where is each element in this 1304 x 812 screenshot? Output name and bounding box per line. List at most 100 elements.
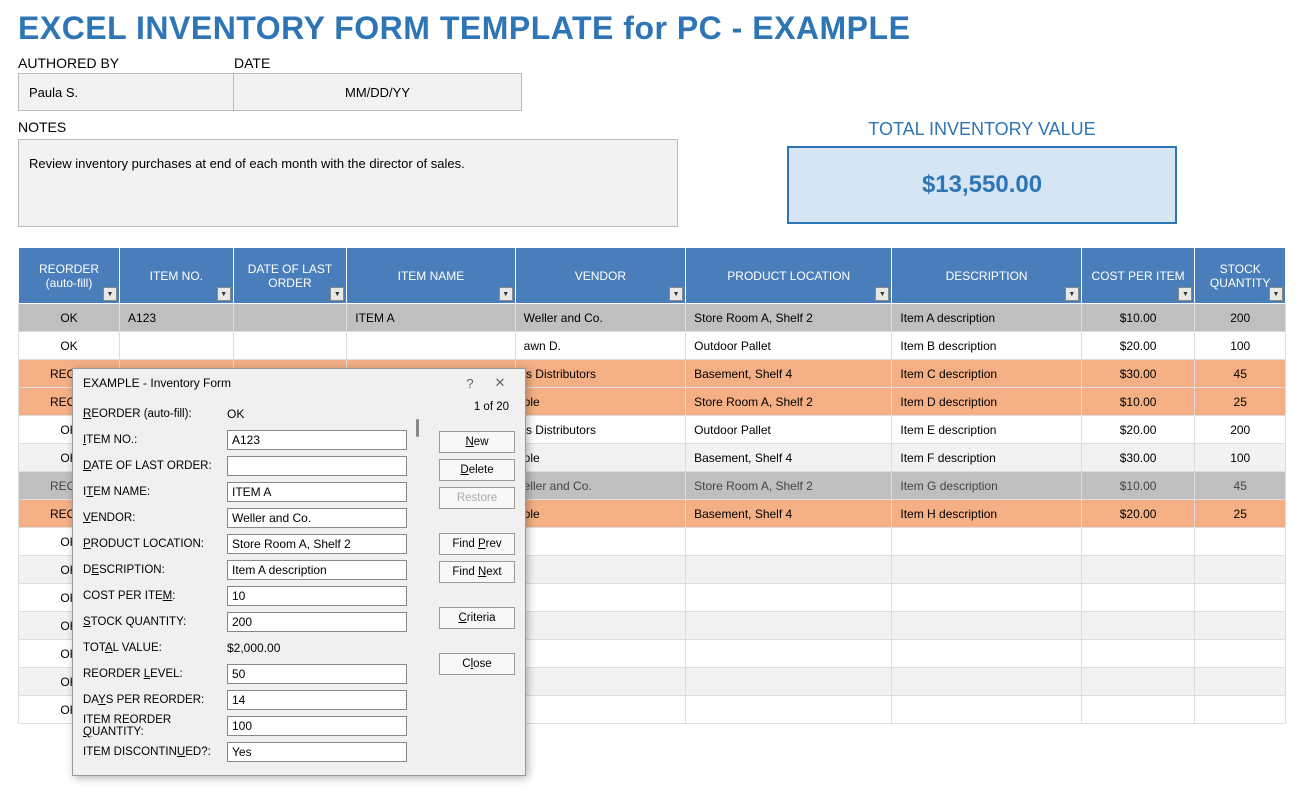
cell[interactable] xyxy=(515,668,685,696)
cell[interactable] xyxy=(233,304,347,332)
cell[interactable] xyxy=(1195,556,1286,584)
column-header[interactable]: ITEM NO.▼ xyxy=(120,248,234,304)
cell[interactable] xyxy=(892,584,1081,612)
cell[interactable]: Store Room A, Shelf 2 xyxy=(686,472,892,500)
field-input[interactable] xyxy=(227,456,407,476)
close-button[interactable]: Close xyxy=(439,653,515,675)
filter-dropdown-icon[interactable]: ▼ xyxy=(1269,287,1283,301)
cell[interactable] xyxy=(233,332,347,360)
cell[interactable]: Item B description xyxy=(892,332,1081,360)
filter-dropdown-icon[interactable]: ▼ xyxy=(1065,287,1079,301)
filter-dropdown-icon[interactable]: ▼ xyxy=(875,287,889,301)
column-header[interactable]: REORDER (auto-fill)▼ xyxy=(19,248,120,304)
column-header[interactable]: COST PER ITEM▼ xyxy=(1081,248,1195,304)
filter-dropdown-icon[interactable]: ▼ xyxy=(669,287,683,301)
column-header[interactable]: STOCK QUANTITY▼ xyxy=(1195,248,1286,304)
cell[interactable] xyxy=(1081,696,1195,724)
cell[interactable]: $20.00 xyxy=(1081,332,1195,360)
cell[interactable]: Outdoor Pallet xyxy=(686,416,892,444)
cell[interactable]: Item C description xyxy=(892,360,1081,388)
cell[interactable] xyxy=(892,528,1081,556)
cell[interactable] xyxy=(1195,668,1286,696)
cell[interactable] xyxy=(515,528,685,556)
filter-dropdown-icon[interactable]: ▼ xyxy=(499,287,513,301)
cell[interactable] xyxy=(892,668,1081,696)
cell[interactable]: Item A description xyxy=(892,304,1081,332)
cell[interactable]: Item G description xyxy=(892,472,1081,500)
cell[interactable] xyxy=(1081,584,1195,612)
field-input[interactable] xyxy=(227,430,407,450)
field-input[interactable] xyxy=(227,612,407,632)
field-input[interactable] xyxy=(227,586,407,606)
cell[interactable] xyxy=(686,668,892,696)
cell[interactable] xyxy=(515,612,685,640)
cell[interactable]: 45 xyxy=(1195,472,1286,500)
cell[interactable]: 200 xyxy=(1195,304,1286,332)
cell[interactable] xyxy=(892,640,1081,668)
filter-dropdown-icon[interactable]: ▼ xyxy=(330,287,344,301)
cell[interactable]: ITEM A xyxy=(347,304,515,332)
cell[interactable] xyxy=(515,556,685,584)
cell[interactable]: ole xyxy=(515,444,685,472)
dialog-titlebar[interactable]: EXAMPLE - Inventory Form ? ✕ xyxy=(73,369,525,397)
help-icon[interactable]: ? xyxy=(455,376,485,391)
cell[interactable] xyxy=(1195,696,1286,724)
cell[interactable]: ole xyxy=(515,500,685,528)
cell[interactable]: Item D description xyxy=(892,388,1081,416)
cell[interactable]: $30.00 xyxy=(1081,444,1195,472)
cell[interactable]: Store Room A, Shelf 2 xyxy=(686,304,892,332)
cell[interactable]: 's Distributors xyxy=(515,360,685,388)
cell[interactable]: $10.00 xyxy=(1081,304,1195,332)
cell[interactable]: $30.00 xyxy=(1081,360,1195,388)
filter-dropdown-icon[interactable]: ▼ xyxy=(217,287,231,301)
cell[interactable]: $10.00 xyxy=(1081,472,1195,500)
cell[interactable] xyxy=(1081,556,1195,584)
cell[interactable]: Store Room A, Shelf 2 xyxy=(686,388,892,416)
cell[interactable] xyxy=(515,640,685,668)
column-header[interactable]: PRODUCT LOCATION▼ xyxy=(686,248,892,304)
cell[interactable]: Basement, Shelf 4 xyxy=(686,444,892,472)
cell[interactable] xyxy=(686,612,892,640)
cell[interactable]: 25 xyxy=(1195,388,1286,416)
cell[interactable]: awn D. xyxy=(515,332,685,360)
notes-box[interactable]: Review inventory purchases at end of eac… xyxy=(18,139,678,227)
field-input[interactable] xyxy=(227,690,407,710)
cell[interactable]: eller and Co. xyxy=(515,472,685,500)
cell[interactable]: 100 xyxy=(1195,332,1286,360)
column-header[interactable]: ITEM NAME▼ xyxy=(347,248,515,304)
cell[interactable] xyxy=(1195,612,1286,640)
filter-dropdown-icon[interactable]: ▼ xyxy=(103,287,117,301)
table-row[interactable]: OKawn D.Outdoor PalletItem B description… xyxy=(19,332,1286,360)
cell[interactable] xyxy=(686,640,892,668)
cell[interactable] xyxy=(515,584,685,612)
cell[interactable]: Item F description xyxy=(892,444,1081,472)
field-input[interactable] xyxy=(227,560,407,580)
cell[interactable]: $10.00 xyxy=(1081,388,1195,416)
field-input[interactable] xyxy=(227,664,407,684)
table-row[interactable]: OKA123ITEM AWeller and Co.Store Room A, … xyxy=(19,304,1286,332)
cell[interactable] xyxy=(686,528,892,556)
cell[interactable]: Weller and Co. xyxy=(515,304,685,332)
cell[interactable]: OK xyxy=(19,304,120,332)
cell[interactable] xyxy=(120,332,234,360)
cell[interactable]: 25 xyxy=(1195,500,1286,528)
cell[interactable]: 100 xyxy=(1195,444,1286,472)
field-input[interactable] xyxy=(227,534,407,554)
cell[interactable]: $20.00 xyxy=(1081,500,1195,528)
cell[interactable] xyxy=(347,332,515,360)
find-prev-button[interactable]: Find Prev xyxy=(439,533,515,555)
cell[interactable]: 200 xyxy=(1195,416,1286,444)
cell[interactable] xyxy=(892,612,1081,640)
date-cell[interactable]: MM/DD/YY xyxy=(234,73,522,111)
cell[interactable]: 45 xyxy=(1195,360,1286,388)
filter-dropdown-icon[interactable]: ▼ xyxy=(1178,287,1192,301)
cell[interactable]: OK xyxy=(19,332,120,360)
authored-cell[interactable]: Paula S. xyxy=(18,73,234,111)
cell[interactable] xyxy=(1195,640,1286,668)
cell[interactable] xyxy=(1195,584,1286,612)
cell[interactable]: Basement, Shelf 4 xyxy=(686,360,892,388)
close-icon[interactable]: ✕ xyxy=(485,375,515,391)
column-header[interactable]: DESCRIPTION▼ xyxy=(892,248,1081,304)
cell[interactable] xyxy=(1195,528,1286,556)
criteria-button[interactable]: Criteria xyxy=(439,607,515,629)
